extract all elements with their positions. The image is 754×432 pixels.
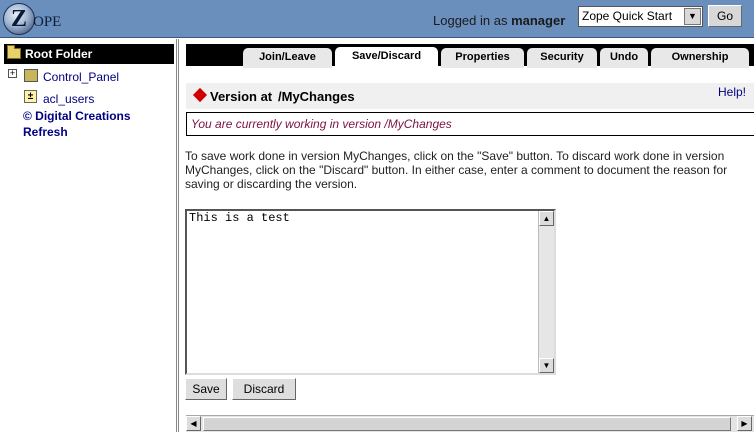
tab-bar: Join/Leave Save/Discard Properties Secur… xyxy=(186,44,754,68)
refresh-link[interactable]: Refresh xyxy=(23,125,68,139)
tab-save-discard[interactable]: Save/Discard xyxy=(335,47,438,68)
status-message-box: You are currently working in version /My… xyxy=(186,112,754,136)
comment-text: This is a test xyxy=(189,211,290,225)
textarea-vertical-scrollbar[interactable]: ▲ ▼ xyxy=(538,211,554,373)
zope-logo-circle: Z xyxy=(3,3,35,35)
horizontal-scroll-thumb[interactable] xyxy=(203,417,731,431)
quick-start-select-value: Zope Quick Start xyxy=(582,9,673,23)
tab-properties[interactable]: Properties xyxy=(441,48,524,68)
instructions-text: To save work done in version MyChanges, … xyxy=(185,149,728,191)
save-button[interactable]: Save xyxy=(185,378,227,400)
version-diamond-icon xyxy=(192,87,208,103)
comment-textarea[interactable]: This is a test ▲ ▼ xyxy=(185,209,556,375)
page-title: Version at xyxy=(210,89,273,104)
scroll-left-icon[interactable]: ◀ xyxy=(186,416,201,431)
discard-button[interactable]: Discard xyxy=(232,378,296,400)
navigation-tree: Root Folder + Control_Panel ± acl_users … xyxy=(0,39,179,432)
folder-icon xyxy=(7,45,21,59)
root-folder-link[interactable]: Root Folder xyxy=(4,44,174,64)
expand-plus-icon[interactable]: + xyxy=(8,69,17,78)
tree-item-control-panel[interactable]: Control_Panel xyxy=(43,70,119,84)
quick-start-select[interactable]: Zope Quick Start ▼ xyxy=(578,6,703,27)
scroll-right-icon[interactable]: ▶ xyxy=(737,416,752,431)
top-header: Z OPE Logged in as manager Zope Quick St… xyxy=(0,0,754,38)
logged-in-status: Logged in as manager xyxy=(433,13,565,28)
logo-wordmark: OPE xyxy=(33,9,61,32)
logo-wordmark-rest: OPE xyxy=(33,14,62,30)
logo-z-letter: Z xyxy=(11,6,28,32)
chevron-down-icon[interactable]: ▼ xyxy=(684,8,701,25)
version-path: /MyChanges xyxy=(278,89,355,104)
help-link[interactable]: Help! xyxy=(718,85,748,99)
tab-ownership[interactable]: Ownership xyxy=(651,48,749,68)
go-button[interactable]: Go xyxy=(708,5,742,27)
control-panel-icon[interactable] xyxy=(24,69,38,82)
logged-in-prefix: Logged in as xyxy=(433,13,508,28)
tab-security[interactable]: Security xyxy=(527,48,597,68)
zope-logo[interactable]: Z OPE xyxy=(3,3,83,35)
logged-in-username: manager xyxy=(511,13,566,28)
status-message: You are currently working in version /My… xyxy=(191,117,452,131)
scroll-down-icon[interactable]: ▼ xyxy=(539,358,554,373)
page-title-bar: Version at /MyChanges xyxy=(186,83,754,109)
tab-undo[interactable]: Undo xyxy=(600,48,648,68)
main-content: Join/Leave Save/Discard Properties Secur… xyxy=(183,39,754,432)
root-folder-label: Root Folder xyxy=(25,47,93,61)
digital-creations-link[interactable]: © Digital Creations xyxy=(23,109,131,123)
tab-join-leave[interactable]: Join/Leave xyxy=(243,48,332,68)
tree-item-acl-users[interactable]: acl_users xyxy=(43,92,94,106)
horizontal-scrollbar[interactable]: ◀ ▶ xyxy=(186,415,754,432)
user-folder-icon[interactable]: ± xyxy=(24,90,37,103)
scroll-up-icon[interactable]: ▲ xyxy=(539,211,554,226)
